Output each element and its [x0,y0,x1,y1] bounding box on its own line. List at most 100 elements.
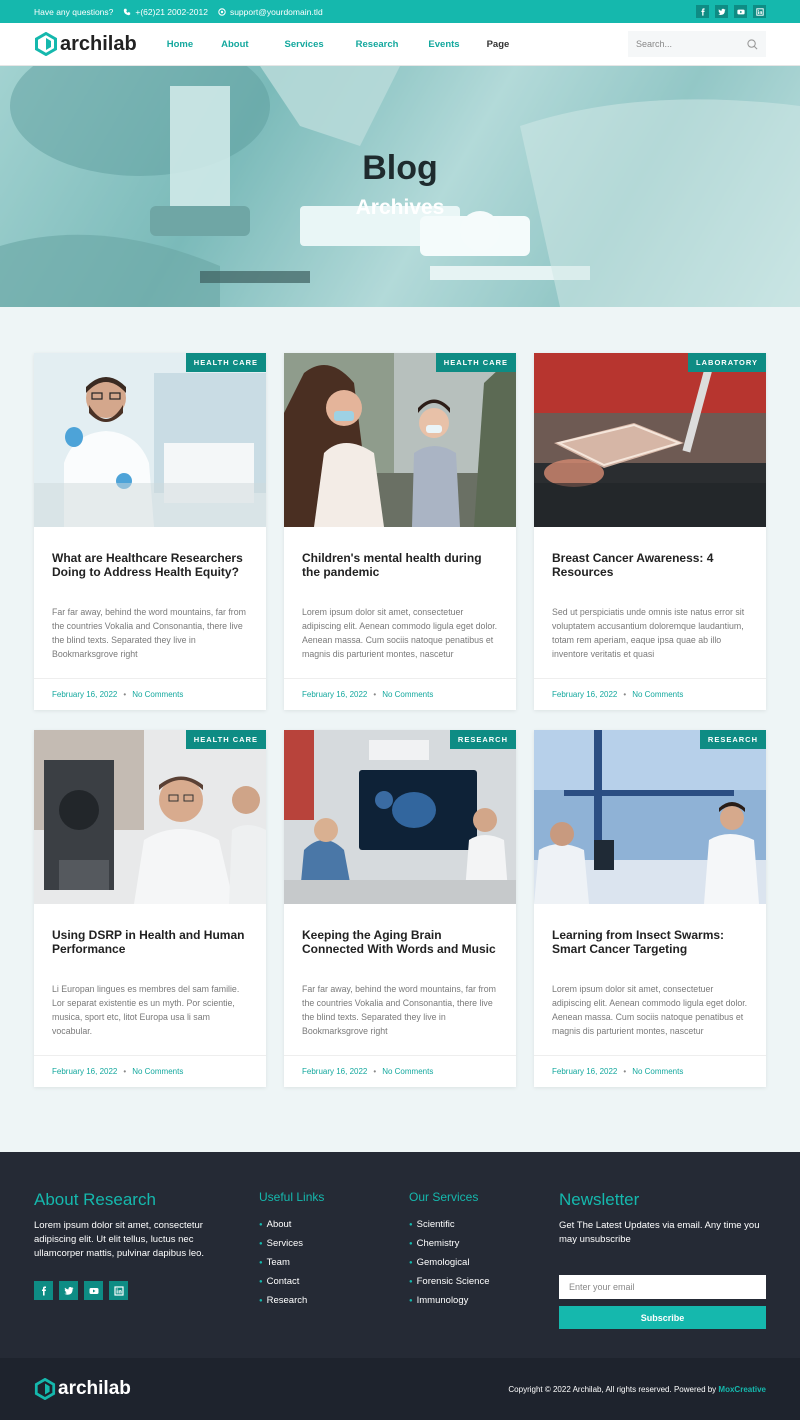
brand-logo[interactable]: archilab [34,32,137,56]
post-title[interactable]: Using DSRP in Health and Human Performan… [34,904,266,976]
footer-service-link[interactable]: Forensic Science [409,1273,549,1292]
category-badge[interactable]: RESEARCH [449,730,516,749]
search-input[interactable]: Search... [628,31,766,57]
category-badge[interactable]: HEALTH CARE [185,353,266,372]
twitter-icon[interactable] [59,1281,78,1300]
footer-link[interactable]: About [259,1216,389,1235]
post-title[interactable]: Children's mental health during the pand… [284,527,516,599]
category-badge[interactable]: RESEARCH [699,730,766,749]
post-title[interactable]: Keeping the Aging Brain Connected With W… [284,904,516,976]
links-list: About Services Team Contact Research [259,1216,389,1311]
post-comments[interactable]: No Comments [382,1067,433,1076]
category-badge[interactable]: HEALTH CARE [435,353,516,372]
footer-service-link[interactable]: Scientific [409,1216,549,1235]
footer-service-link[interactable]: Gemological [409,1254,549,1273]
footer-service-link[interactable]: Chemistry [409,1235,549,1254]
post-title[interactable]: Learning from Insect Swarms: Smart Cance… [534,904,766,976]
post-comments[interactable]: No Comments [632,1067,683,1076]
hexagon-logo-icon [34,1378,56,1400]
post-date[interactable]: February 16, 2022 [552,1067,617,1076]
twitter-icon[interactable] [715,5,728,18]
post-title[interactable]: Breast Cancer Awareness: 4 Resources [534,527,766,599]
post-card[interactable]: HEALTH CARE Children's mental health dur… [284,353,516,710]
main-nav: archilab Home About Services Research Ev… [0,23,800,66]
post-date[interactable]: February 16, 2022 [552,690,617,699]
post-grid: HEALTH CARE What are Healthcare Research… [34,353,766,1087]
nav-services[interactable]: Services [285,39,324,50]
post-meta: February 16, 2022 • No Comments [34,678,266,710]
post-date[interactable]: February 16, 2022 [52,690,117,699]
facebook-icon[interactable] [34,1281,53,1300]
subscribe-button[interactable]: Subscribe [559,1306,766,1329]
hexagon-logo-icon [35,32,57,56]
email-text: support@yourdomain.tld [229,6,323,17]
topbar-question: Have any questions? [34,7,113,17]
nav-page[interactable]: Page [487,39,510,50]
footer-service-link[interactable]: Immunology [409,1292,549,1311]
footer-brand-logo[interactable]: archilab [34,1378,131,1400]
meta-separator: • [623,690,627,699]
nav-about[interactable]: About [221,39,248,50]
search-icon[interactable] [747,38,758,50]
services-list: Scientific Chemistry Gemological Forensi… [409,1216,549,1311]
nav-events[interactable]: Events [428,39,459,50]
post-card[interactable]: HEALTH CARE What are Healthcare Research… [34,353,266,710]
topbar-email[interactable]: support@yourdomain.tld [218,7,323,17]
post-image[interactable]: HEALTH CARE [34,353,266,527]
at-icon [218,7,226,16]
post-meta: February 16, 2022 • No Comments [534,678,766,710]
category-badge[interactable]: LABORATORY [688,353,766,372]
post-image[interactable]: RESEARCH [284,730,516,904]
post-image[interactable]: HEALTH CARE [284,353,516,527]
footer-link[interactable]: Services [259,1235,389,1254]
post-image[interactable]: HEALTH CARE [34,730,266,904]
category-badge[interactable]: HEALTH CARE [185,730,266,749]
post-card[interactable]: RESEARCH Keeping the Aging Brain Connect… [284,730,516,1087]
post-image[interactable]: RESEARCH [534,730,766,904]
phone-icon [124,8,131,15]
post-comments[interactable]: No Comments [632,690,683,699]
post-card[interactable]: HEALTH CARE Using DSRP in Health and Hum… [34,730,266,1087]
about-heading: About Research [34,1190,156,1209]
post-title[interactable]: What are Healthcare Researchers Doing to… [34,527,266,599]
post-comments[interactable]: No Comments [132,1067,183,1076]
post-card[interactable]: RESEARCH Learning from Insect Swarms: Sm… [534,730,766,1087]
post-card[interactable]: LABORATORY Breast Cancer Awareness: 4 Re… [534,353,766,710]
post-image[interactable]: LABORATORY [534,353,766,527]
nav-menu: Home About Services Research Events Page [167,39,510,50]
brain-scan-photo [284,730,516,904]
post-meta: February 16, 2022 • No Comments [284,678,516,710]
post-date[interactable]: February 16, 2022 [302,1067,367,1076]
youtube-icon[interactable] [734,5,747,18]
powered-by-link[interactable]: MoxCreative [718,1385,766,1394]
footer-link[interactable]: Team [259,1254,389,1273]
links-heading: Useful Links [259,1190,325,1204]
nav-home[interactable]: Home [167,39,193,50]
linkedin-icon[interactable] [753,5,766,18]
services-heading: Our Services [409,1190,479,1204]
linkedin-icon[interactable] [109,1281,128,1300]
footer-link[interactable]: Research [259,1292,389,1311]
meta-separator: • [373,1067,377,1076]
youtube-icon[interactable] [84,1281,103,1300]
topbar-phone[interactable]: +(62)21 2002-2012 [123,7,208,17]
brand-name: archilab [60,32,137,55]
nav-research[interactable]: Research [356,39,399,50]
footer-link[interactable]: Contact [259,1273,389,1292]
site-footer: About Research Lorem ipsum dolor sit ame… [0,1152,800,1358]
copyright-text: Copyright © 2022 Archilab, All rights re… [508,1384,717,1394]
post-meta: February 16, 2022 • No Comments [534,1055,766,1087]
post-date[interactable]: February 16, 2022 [302,690,367,699]
phone-text: +(62)21 2002-2012 [135,6,208,17]
footer-links: Useful Links About Services Team Contact… [259,1190,389,1311]
newsletter-email-input[interactable]: Enter your email [559,1275,766,1299]
facebook-icon[interactable] [696,5,709,18]
footer-services: Our Services Scientific Chemistry Gemolo… [409,1190,549,1311]
page-hero: Blog Archives [0,66,800,307]
post-excerpt: Lorem ipsum dolor sit amet, consectetuer… [552,984,748,1036]
researcher-photo [34,353,266,527]
topbar-socials [696,5,766,18]
post-comments[interactable]: No Comments [382,690,433,699]
post-comments[interactable]: No Comments [132,690,183,699]
post-date[interactable]: February 16, 2022 [52,1067,117,1076]
